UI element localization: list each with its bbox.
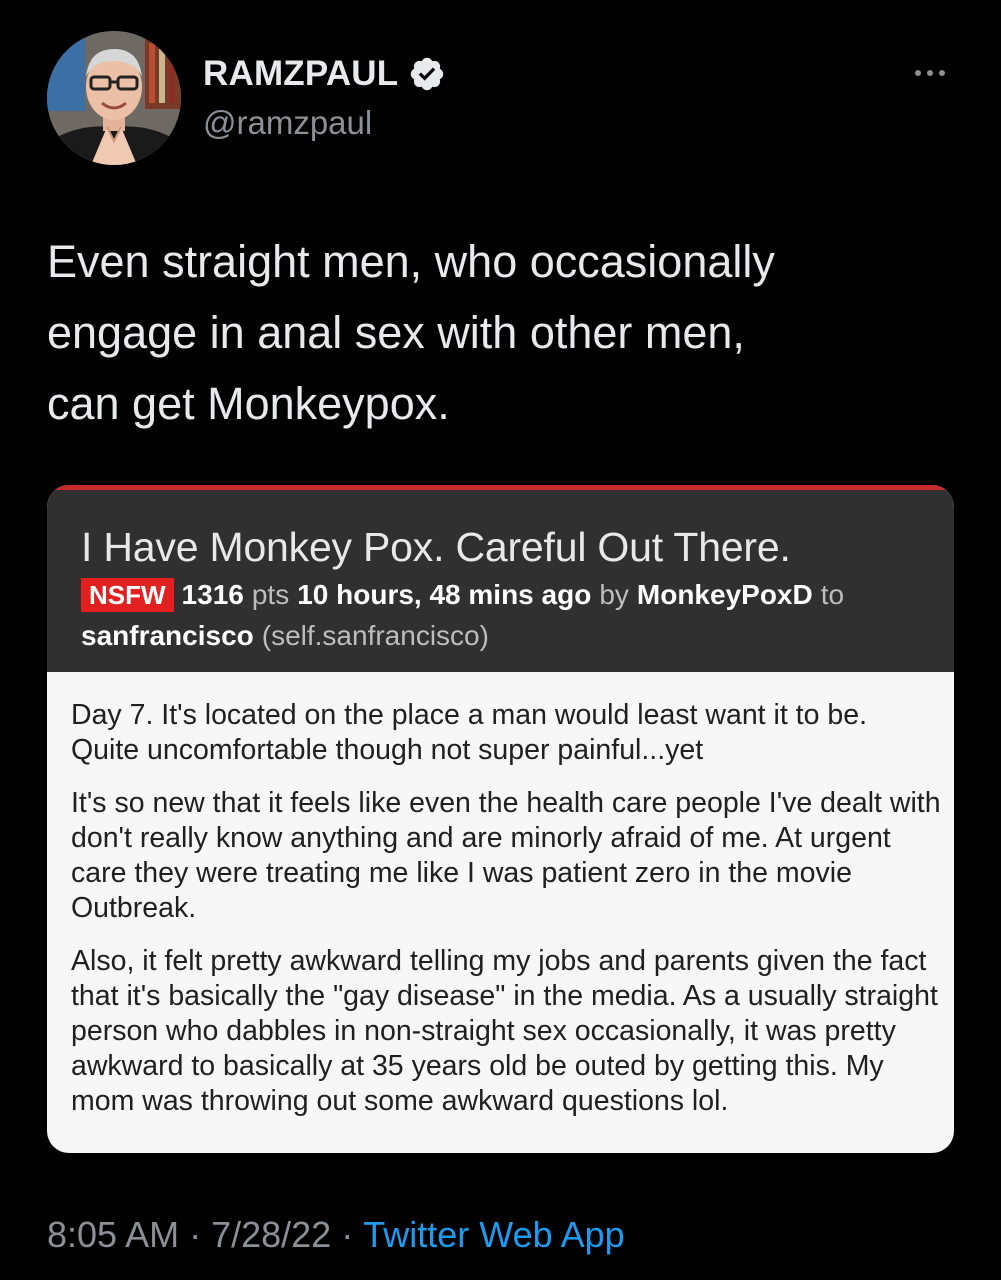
post-author: MonkeyPoxD	[636, 579, 813, 610]
post-meta: NSFW 1316 pts 10 hours, 48 mins ago by M…	[81, 578, 844, 612]
post-subreddit: sanfrancisco	[81, 620, 254, 651]
tweet-text-line: engage in anal sex with other men,	[47, 307, 745, 358]
tweet-text-line: Even straight men, who occasionally	[47, 236, 775, 287]
nsfw-badge: NSFW	[81, 578, 174, 612]
verified-badge-icon	[408, 55, 446, 93]
post-points-unit: pts	[251, 579, 290, 610]
avatar[interactable]	[47, 31, 181, 165]
tweet-text: Even straight men, who occasionally enga…	[47, 226, 957, 439]
post-paragraph: Also, it felt pretty awkward telling my …	[71, 945, 938, 1117]
more-options-icon[interactable]	[908, 58, 952, 88]
author-name-row[interactable]: RAMZPAUL	[203, 52, 446, 96]
post-body: Day 7. It's located on the place a man w…	[71, 698, 941, 1137]
post-points: 1316	[181, 579, 244, 610]
post-to: to	[820, 579, 845, 610]
tweet-text-line: can get Monkeypox.	[47, 378, 450, 429]
separator: ·	[189, 1214, 202, 1255]
tweet-footer: 8:05 AM · 7/28/22 · Twitter Web App	[47, 1214, 625, 1256]
post-age: 10 hours, 48 mins ago	[297, 579, 592, 610]
embedded-image[interactable]: I Have Monkey Pox. Careful Out There. NS…	[47, 485, 954, 1153]
tweet-time[interactable]: 8:05 AM	[47, 1214, 179, 1256]
display-name[interactable]: RAMZPAUL	[203, 54, 398, 94]
post-paragraph: Day 7. It's located on the place a man w…	[71, 699, 867, 766]
post-by: by	[599, 579, 629, 610]
source-link[interactable]: Twitter Web App	[363, 1214, 624, 1256]
post-domain: (self.sanfrancisco)	[261, 620, 489, 651]
author-handle[interactable]: @ramzpaul	[203, 104, 372, 142]
post-header: I Have Monkey Pox. Careful Out There. NS…	[47, 485, 954, 672]
tweet-date[interactable]: 7/28/22	[211, 1214, 331, 1256]
post-meta-line2: sanfrancisco (self.sanfrancisco)	[81, 620, 489, 652]
separator: ·	[341, 1214, 354, 1255]
post-paragraph: It's so new that it feels like even the …	[71, 787, 941, 924]
tweet-detail: RAMZPAUL @ramzpaul Even straight men, wh…	[0, 0, 1001, 1280]
post-title: I Have Monkey Pox. Careful Out There.	[81, 524, 791, 570]
